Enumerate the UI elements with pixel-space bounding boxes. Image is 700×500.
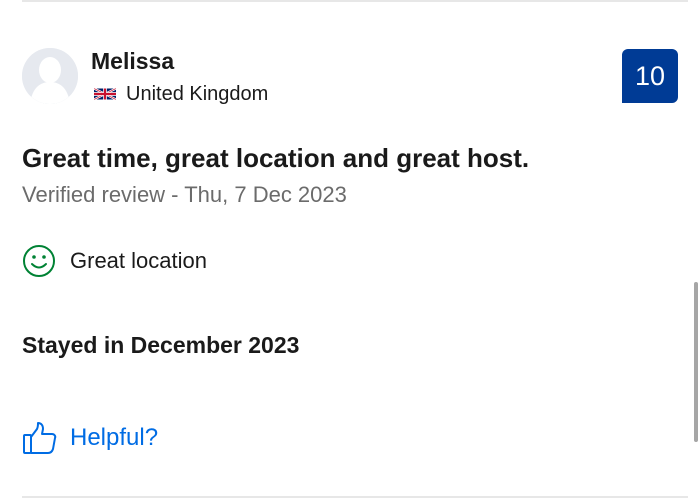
score-badge: 10: [622, 49, 678, 103]
smile-icon: [23, 245, 55, 277]
reviewer-country: United Kingdom: [94, 82, 268, 106]
helpful-label: Helpful?: [70, 424, 159, 451]
stay-date: Stayed in December 2023: [22, 332, 300, 358]
thumbs-up-icon: [23, 422, 57, 454]
user-silhouette-icon: [22, 48, 78, 104]
positive-comment-text: Great location: [70, 248, 207, 273]
review-card: Melissa United Kingdom 10 Great time, gr…: [0, 0, 700, 500]
reviewer-name: Melissa: [91, 48, 175, 74]
country-label: United Kingdom: [126, 83, 269, 105]
review-title: Great time, great location and great hos…: [22, 143, 530, 173]
scrollbar[interactable]: [694, 282, 698, 442]
bottom-divider: [22, 496, 688, 498]
avatar: [22, 48, 78, 104]
review-meta: Verified review - Thu, 7 Dec 2023: [22, 182, 347, 207]
top-divider: [22, 0, 688, 2]
positive-comment: Great location: [22, 244, 207, 278]
uk-flag-icon: [94, 88, 116, 100]
helpful-button[interactable]: Helpful?: [22, 420, 158, 456]
